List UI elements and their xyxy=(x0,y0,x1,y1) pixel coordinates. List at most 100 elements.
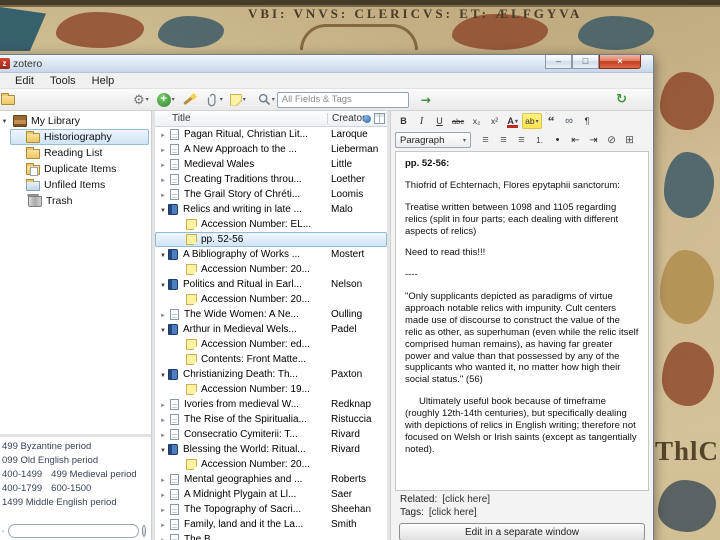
item-row[interactable]: Accession Number: 20... xyxy=(155,292,387,307)
item-row[interactable]: A Midnight Plygain at Ll... Saer xyxy=(155,487,387,502)
item-row[interactable]: The Topography of Sacri... Sheehan xyxy=(155,502,387,517)
locate-arrow-icon[interactable]: → xyxy=(421,94,431,106)
collection-historiography[interactable]: Historiography xyxy=(10,129,149,145)
link-button[interactable]: ∞ xyxy=(561,113,578,129)
expand-twisty[interactable] xyxy=(158,129,168,140)
item-row[interactable]: Ivories from medieval W... Redknap xyxy=(155,397,387,412)
bold-button[interactable]: B xyxy=(395,113,412,129)
tag[interactable]: 600-1500 xyxy=(51,482,91,495)
table-button[interactable]: ⊞ xyxy=(621,132,638,148)
item-row[interactable]: Creating Traditions throu... Loether xyxy=(155,172,387,187)
add-by-identifier-button[interactable] xyxy=(182,93,197,107)
expand-twisty[interactable] xyxy=(158,324,168,335)
maximize-button[interactable]: □ xyxy=(572,55,599,69)
expand-twisty[interactable] xyxy=(158,504,168,515)
menu-tools[interactable]: Tools xyxy=(42,75,84,87)
column-header-title[interactable]: Title xyxy=(155,113,327,124)
expand-twisty[interactable] xyxy=(158,309,168,320)
tag[interactable]: 499 Medieval period xyxy=(51,468,137,481)
expand-twisty[interactable] xyxy=(158,489,168,500)
item-row[interactable]: Accession Number: 20... xyxy=(155,262,387,277)
new-note-button[interactable]: ▾ xyxy=(229,93,246,106)
italic-button[interactable]: I xyxy=(413,113,430,129)
collection-duplicate-items[interactable]: Duplicate Items xyxy=(10,161,149,177)
item-row[interactable]: A Bibliography of Works ... Mostert xyxy=(155,247,387,262)
item-row[interactable]: Politics and Ritual in Earl... Nelson xyxy=(155,277,387,292)
expand-twisty[interactable] xyxy=(158,189,168,200)
align-right-button[interactable]: ≡ xyxy=(513,132,530,148)
align-center-button[interactable]: ≡ xyxy=(495,132,512,148)
item-row[interactable]: Pagan Ritual, Christian Lit... Laroque xyxy=(155,127,387,142)
item-row[interactable]: Accession Number: 20... xyxy=(155,457,387,472)
highlight-button[interactable]: ab xyxy=(522,113,542,129)
expand-twisty[interactable] xyxy=(0,118,9,125)
superscript-button[interactable]: x² xyxy=(486,113,503,129)
column-picker-icon[interactable] xyxy=(374,113,385,124)
item-row[interactable]: Relics and writing in late ... Malo xyxy=(155,202,387,217)
item-row[interactable]: Contents: Front Matte... xyxy=(155,352,387,367)
item-row[interactable]: pp. 52-56 xyxy=(155,232,387,247)
expand-twisty[interactable] xyxy=(158,444,168,455)
attachment-column-icon[interactable] xyxy=(363,114,371,123)
collection-trash[interactable]: Trash xyxy=(10,193,149,209)
expand-twisty[interactable] xyxy=(158,519,168,530)
item-row[interactable]: The Grail Story of Chréti... Loomis xyxy=(155,187,387,202)
item-row[interactable]: Arthur in Medieval Wels... Padel xyxy=(155,322,387,337)
minimize-button[interactable]: – xyxy=(545,55,572,69)
close-button[interactable]: × xyxy=(599,55,641,69)
align-left-button[interactable]: ≡ xyxy=(477,132,494,148)
item-row[interactable]: Accession Number: EL... xyxy=(155,217,387,232)
new-attachment-button[interactable]: ▾ xyxy=(206,93,223,107)
search-input[interactable] xyxy=(276,91,409,108)
paragraph-style-select[interactable]: Paragraph ▾ xyxy=(395,132,471,148)
item-row[interactable]: Accession Number: 19... xyxy=(155,382,387,397)
font-color-button[interactable]: A xyxy=(504,113,522,129)
tag-filter-input[interactable] xyxy=(7,524,139,538)
expand-twisty[interactable] xyxy=(158,399,168,410)
strikethrough-button[interactable]: abc xyxy=(449,113,467,129)
related-value[interactable]: [click here] xyxy=(442,494,490,505)
item-row[interactable]: Family, land and it the La... Smith xyxy=(155,517,387,532)
item-row[interactable]: The Rise of the Spiritualia... Ristuccia xyxy=(155,412,387,427)
item-row[interactable]: Mental geographies and ... Roberts xyxy=(155,472,387,487)
new-collection-button[interactable] xyxy=(1,92,15,105)
note-content[interactable]: pp. 52-56: Thiofrid of Echternach, Flores… xyxy=(395,151,649,491)
expand-twisty[interactable] xyxy=(158,144,168,155)
search-scope-button[interactable]: ▾ xyxy=(258,93,275,106)
menu-help[interactable]: Help xyxy=(84,75,123,87)
expand-twisty[interactable] xyxy=(158,279,168,290)
edit-in-separate-window-button[interactable]: Edit in a separate window xyxy=(399,523,645,540)
tag[interactable]: 099 Old English period xyxy=(2,454,98,467)
numbered-list-button[interactable]: 1. xyxy=(531,132,548,148)
item-row[interactable]: Medieval Wales Little xyxy=(155,157,387,172)
tag[interactable]: 400-1499 xyxy=(2,468,42,481)
expand-twisty[interactable] xyxy=(158,249,168,260)
expand-twisty[interactable] xyxy=(158,174,168,185)
tag-selector-options-icon[interactable] xyxy=(141,525,146,537)
titlebar[interactable]: zotero –□× xyxy=(0,55,653,73)
expand-twisty[interactable] xyxy=(158,429,168,440)
expand-twisty[interactable] xyxy=(158,474,168,485)
expand-twisty[interactable] xyxy=(158,534,168,540)
collection-unfiled-items[interactable]: Unfiled Items xyxy=(10,177,149,193)
expand-twisty[interactable] xyxy=(158,369,168,380)
sync-icon[interactable]: ↻ xyxy=(616,93,627,106)
expand-twisty[interactable] xyxy=(158,414,168,425)
menu-edit[interactable]: Edit xyxy=(7,75,42,87)
tag[interactable]: 499 Byzantine period xyxy=(2,440,91,453)
clear-format-button[interactable]: ⊘ xyxy=(603,132,620,148)
item-row[interactable]: A New Approach to the ... Lieberman xyxy=(155,142,387,157)
subscript-button[interactable]: x₂ xyxy=(468,113,485,129)
underline-button[interactable]: U xyxy=(431,113,448,129)
collection-my-library[interactable]: My Library xyxy=(0,113,149,129)
collection-actions-button[interactable]: ⚙ ▾ xyxy=(133,93,149,106)
item-row[interactable]: Christianizing Death: Th... Paxton xyxy=(155,367,387,382)
blockquote-button[interactable]: “ xyxy=(543,113,560,129)
outdent-button[interactable]: ⇤ xyxy=(567,132,584,148)
bullet-list-button[interactable]: • xyxy=(549,132,566,148)
tags-value[interactable]: [click here] xyxy=(429,507,477,518)
paragraph-mark-button[interactable]: ¶ xyxy=(579,113,596,129)
new-item-button[interactable]: ▾ xyxy=(156,92,175,107)
item-row[interactable]: The Wide Women: A Ne... Oulling xyxy=(155,307,387,322)
indent-button[interactable]: ⇥ xyxy=(585,132,602,148)
